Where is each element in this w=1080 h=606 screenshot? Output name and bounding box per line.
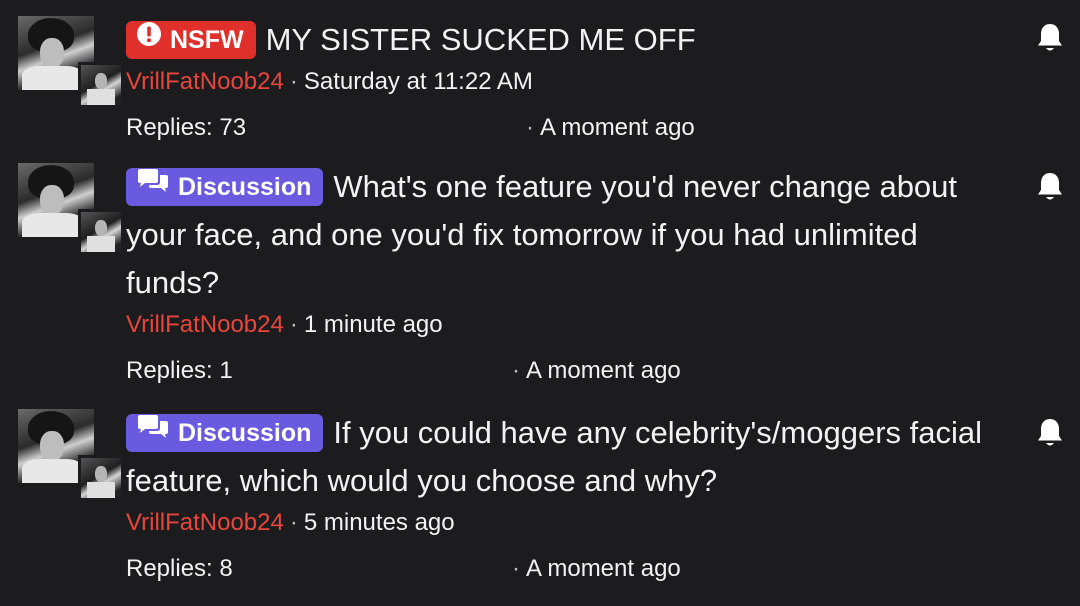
last-activity[interactable]: · A moment ago — [512, 351, 681, 391]
discussion-badge[interactable]: Discussion — [126, 167, 324, 206]
thread-meta: VrillFatNoob24 · 1 minute ago — [126, 309, 986, 341]
avatar-group[interactable] — [18, 163, 124, 255]
thread-content: NSFW MY SISTER SUCKED ME OFF VrillFatNoob… — [126, 16, 986, 148]
thread-title[interactable]: NSFW MY SISTER SUCKED ME OFF — [126, 16, 986, 64]
last-poster-avatar[interactable] — [78, 455, 124, 501]
separator-dot: · — [289, 311, 298, 338]
chat-bubbles-icon — [136, 167, 170, 205]
thread-content: Discussion If you could have any celebrit… — [126, 409, 986, 589]
author-link[interactable]: VrillFatNoob24 — [126, 311, 284, 338]
thread-meta: VrillFatNoob24 · Saturday at 11:22 AM — [126, 66, 986, 98]
author-link[interactable]: VrillFatNoob24 — [126, 509, 284, 536]
last-activity[interactable]: · A moment ago — [512, 549, 681, 589]
separator-dot: · — [289, 509, 298, 536]
avatar-group[interactable] — [18, 409, 124, 501]
discussion-badge[interactable]: Discussion — [126, 413, 324, 452]
reply-count: Replies: 73 — [126, 114, 247, 141]
separator-dot: · — [289, 68, 298, 95]
separator-dot: · — [526, 114, 534, 141]
thread-stats: Replies: 8 · A moment ago — [126, 549, 986, 589]
avatar-group[interactable] — [18, 16, 124, 108]
post-date[interactable]: 1 minute ago — [304, 311, 443, 338]
badge-label: Discussion — [178, 419, 312, 447]
last-activity[interactable]: · A moment ago — [526, 108, 695, 148]
post-date[interactable]: Saturday at 11:22 AM — [304, 68, 533, 95]
thread-meta: VrillFatNoob24 · 5 minutes ago — [126, 507, 986, 539]
last-activity-time[interactable]: A moment ago — [526, 357, 681, 384]
author-link[interactable]: VrillFatNoob24 — [126, 68, 284, 95]
last-poster-avatar[interactable] — [78, 209, 124, 255]
exclamation-circle-icon — [136, 20, 162, 58]
post-date[interactable]: 5 minutes ago — [304, 509, 455, 536]
thread-title-text[interactable]: MY SISTER SUCKED ME OFF — [266, 22, 696, 57]
bell-icon[interactable] — [1035, 171, 1065, 203]
thread-title[interactable]: Discussion What's one feature you'd never… — [126, 163, 986, 307]
thread-content: Discussion What's one feature you'd never… — [126, 163, 986, 391]
thread-stats: Replies: 73 · A moment ago — [126, 108, 986, 148]
badge-label: NSFW — [170, 26, 244, 54]
thread-stats: Replies: 1 · A moment ago — [126, 351, 986, 391]
separator-dot: · — [512, 357, 520, 384]
reply-count: Replies: 8 — [126, 555, 233, 582]
separator-dot: · — [512, 555, 520, 582]
reply-count: Replies: 1 — [126, 357, 233, 384]
chat-bubbles-icon — [136, 413, 170, 451]
nsfw-badge[interactable]: NSFW — [126, 21, 256, 59]
thread-title[interactable]: Discussion If you could have any celebrit… — [126, 409, 986, 505]
last-activity-time[interactable]: A moment ago — [526, 555, 681, 582]
badge-label: Discussion — [178, 173, 312, 201]
last-activity-time[interactable]: A moment ago — [540, 114, 695, 141]
bell-icon[interactable] — [1035, 22, 1065, 54]
bell-icon[interactable] — [1035, 417, 1065, 449]
last-poster-avatar[interactable] — [78, 62, 124, 108]
